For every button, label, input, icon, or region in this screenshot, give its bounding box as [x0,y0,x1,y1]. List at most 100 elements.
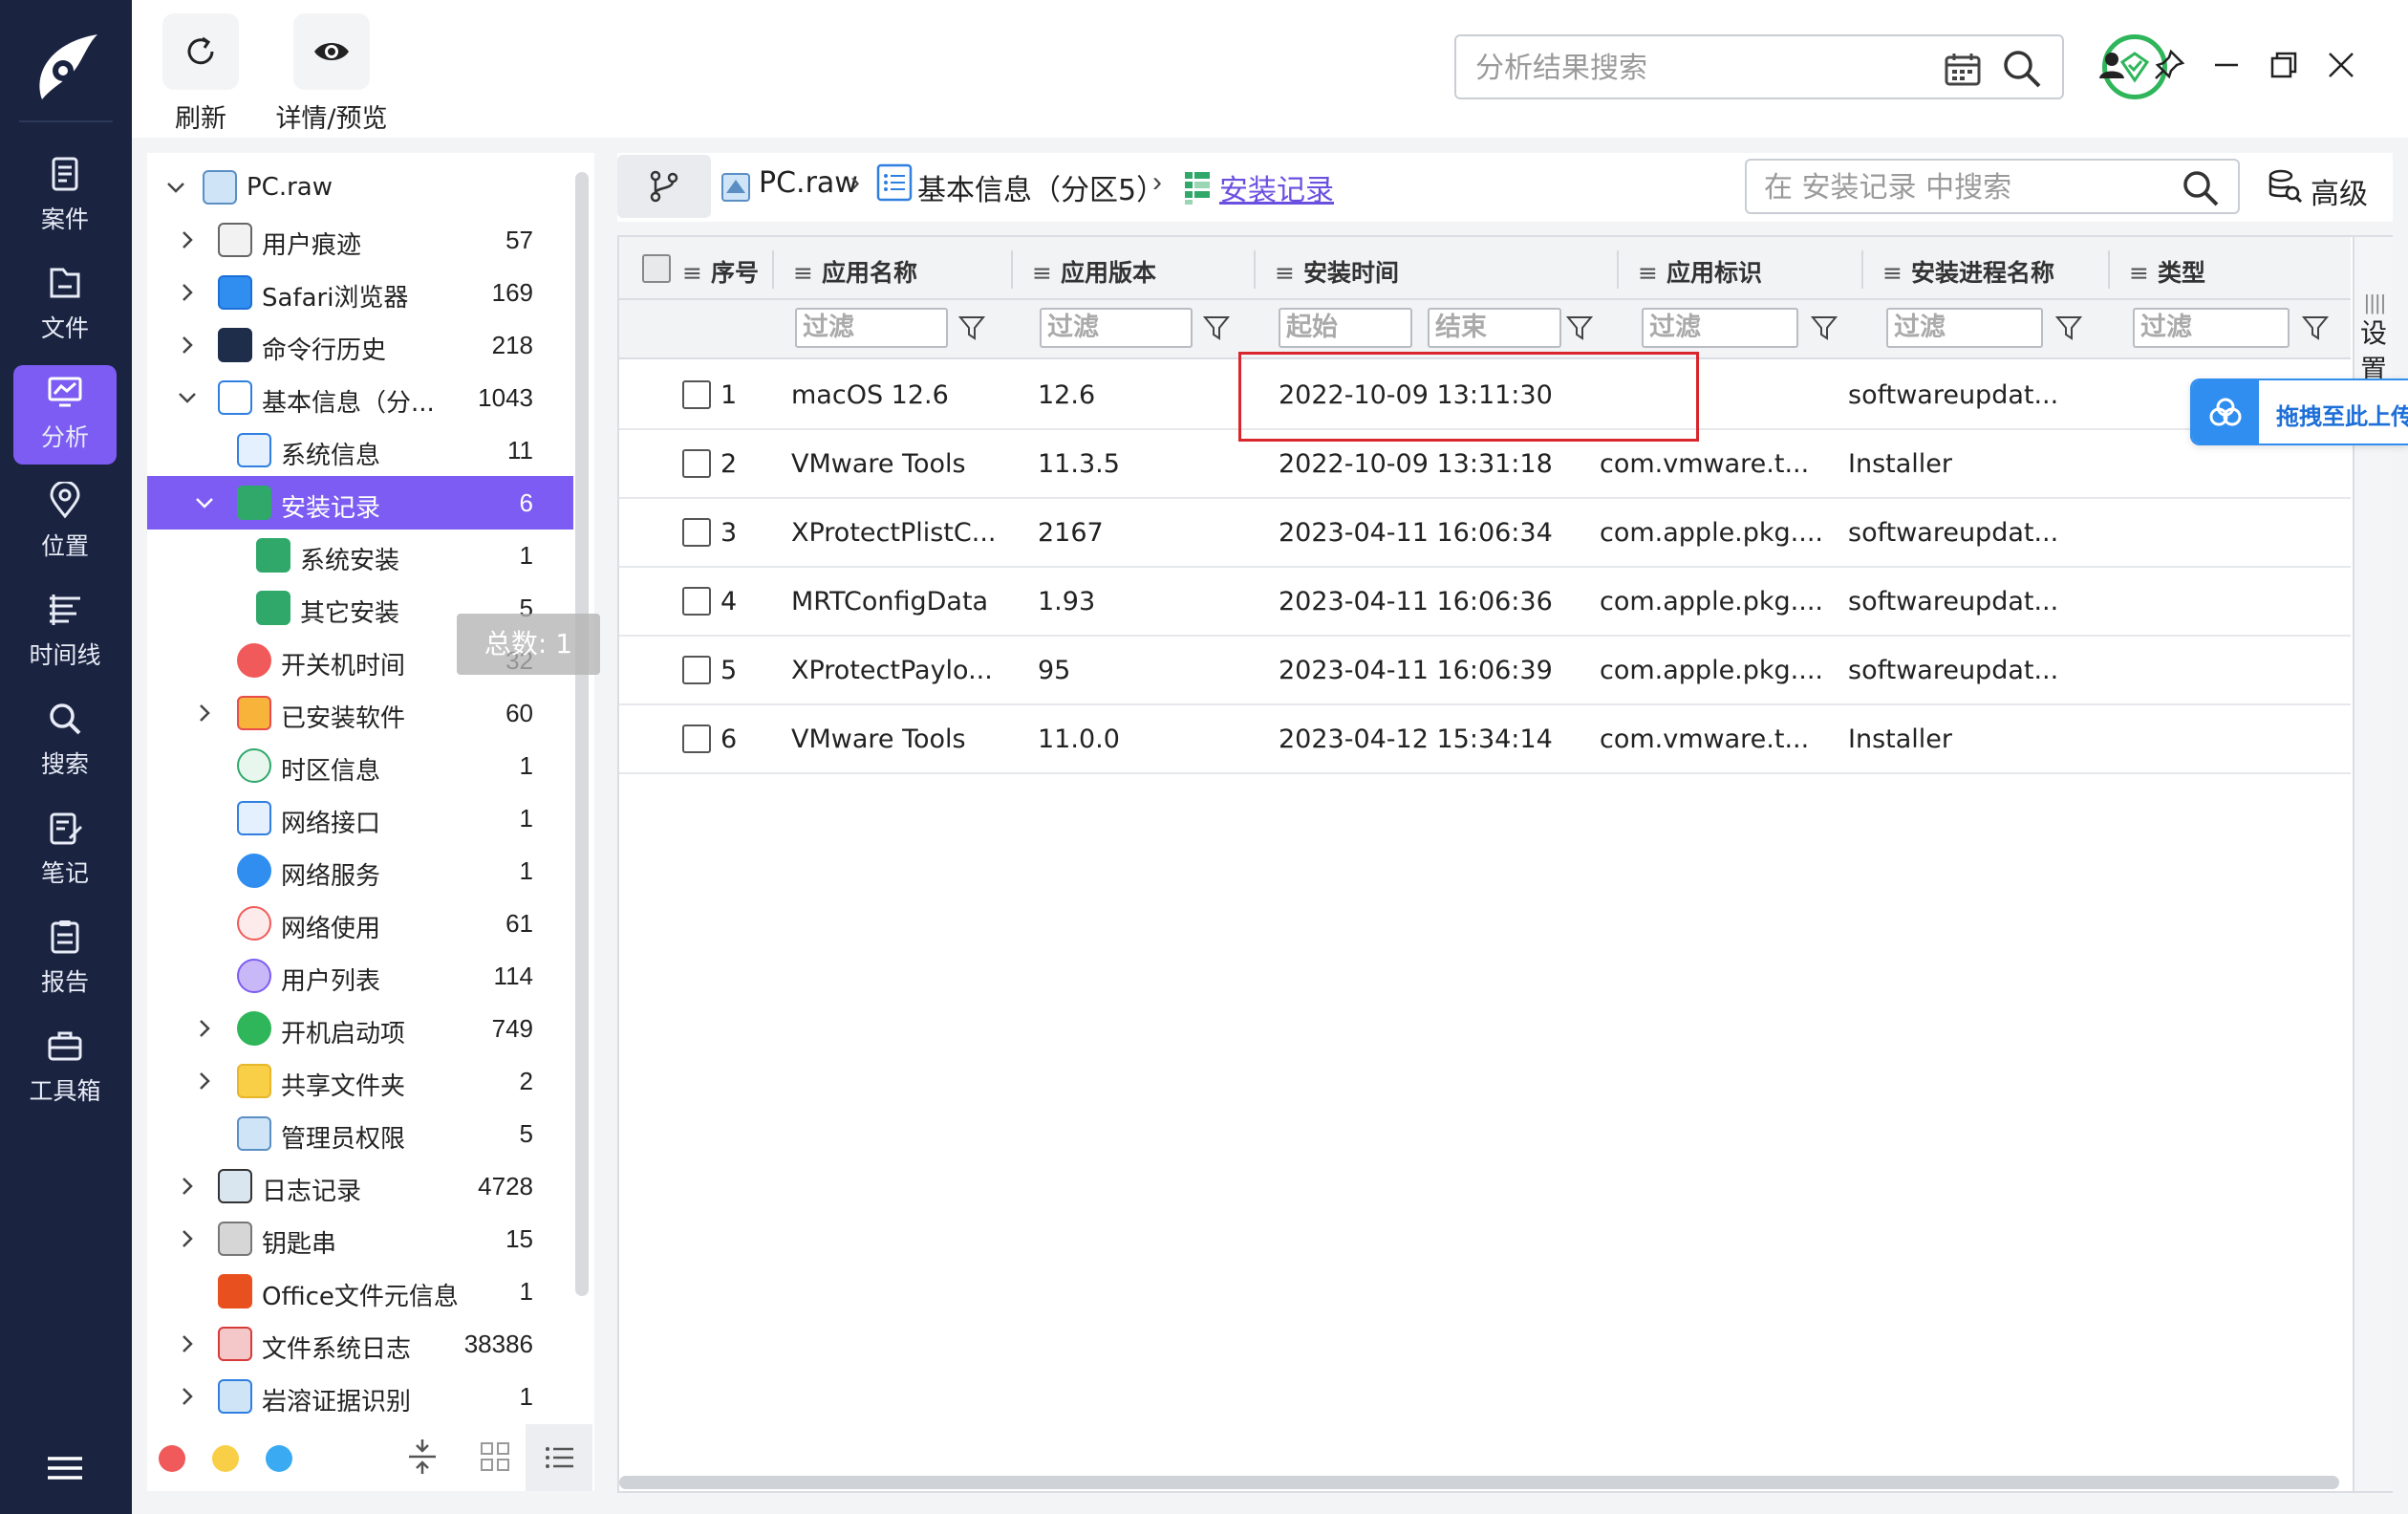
tree-item-startup-items[interactable]: 开机启动项 749 [147,1002,573,1055]
row-checkbox[interactable] [682,725,711,753]
horizontal-scrollbar[interactable] [619,1476,2339,1489]
filter-app-name[interactable]: 过滤 [795,308,948,348]
tree-item-basic-info[interactable]: 基本信息（分... 1043 [147,371,573,424]
nav-item-file[interactable]: 文件 [13,256,117,356]
tree-item-logs[interactable]: 日志记录 4728 [147,1159,573,1213]
detail-preview-button[interactable]: 详情/预览 [260,13,403,134]
table-row[interactable]: 6 VMware Tools 11.0.0 2023-04-12 15:34:14 co… [619,705,2351,774]
chevron-right-icon[interactable] [176,281,199,304]
tree-item-pc-raw[interactable]: PC.raw [147,161,573,214]
breadcrumb-root[interactable]: PC.raw [759,166,858,200]
chevron-right-icon[interactable] [176,1175,199,1198]
column-header-app-version[interactable]: ≡ 应用版本 [1032,254,1156,289]
filter-funnel-icon[interactable] [1810,314,1838,342]
tree-item-network-usage[interactable]: 网络使用 61 [147,897,573,950]
list-view-button[interactable] [526,1424,592,1491]
column-divider[interactable] [2108,250,2110,289]
column-divider[interactable] [1011,250,1013,289]
nav-item-case[interactable]: 案件 [13,147,117,247]
nav-item-search[interactable]: 搜索 [13,692,117,791]
tree-item-admin-rights[interactable]: 管理员权限 5 [147,1107,573,1160]
blue-tag-filter[interactable] [266,1445,292,1472]
chevron-right-icon[interactable] [176,1385,199,1408]
filter-app-version[interactable]: 过滤 [1040,308,1193,348]
row-checkbox[interactable] [682,518,711,547]
hamburger-menu-icon[interactable] [46,1453,84,1483]
row-checkbox[interactable] [682,380,711,409]
yellow-tag-filter[interactable] [212,1445,239,1472]
chevron-right-icon[interactable] [193,1070,216,1092]
tree-scrollbar[interactable] [575,172,589,1296]
pin-icon[interactable] [2152,48,2186,82]
calendar-icon[interactable] [1944,52,1982,88]
chevron-down-icon[interactable] [164,176,187,199]
column-header-install-time[interactable]: ≡ 安装时间 [1275,254,1399,289]
filter-time-end[interactable]: 结束 [1428,308,1561,348]
tree-item-system-install[interactable]: 系统安装 1 [147,529,573,582]
tree-item-shared-folders[interactable]: 共享文件夹 2 [147,1054,573,1108]
grid-view-icon[interactable] [476,1438,514,1476]
row-checkbox[interactable] [682,587,711,616]
chevron-right-icon[interactable] [176,1227,199,1250]
filter-process-name[interactable]: 过滤 [1886,308,2043,348]
row-checkbox[interactable] [682,449,711,478]
chevron-right-icon[interactable] [176,334,199,357]
tree-item-system-info[interactable]: 系统信息 11 [147,423,573,477]
filter-funnel-icon[interactable] [2054,314,2083,342]
filter-type[interactable]: 过滤 [2133,308,2290,348]
branch-button[interactable] [617,155,711,218]
filter-funnel-icon[interactable] [2301,314,2330,342]
upload-drop-zone[interactable]: 拖拽至此上传 [2190,378,2408,445]
nav-item-timeline[interactable]: 时间线 [13,583,117,682]
tree-item-safari[interactable]: Safari浏览器 169 [147,266,573,319]
search-icon[interactable] [2001,48,2043,90]
chevron-right-icon[interactable] [176,228,199,251]
chevron-right-icon[interactable] [193,1017,216,1040]
tree-item-installed-software[interactable]: 已安装软件 60 [147,686,573,740]
restore-icon[interactable] [2267,48,2301,82]
filter-time-start[interactable]: 起始 [1279,308,1412,348]
table-row[interactable]: 4 MRTConfigData 1.93 2023-04-11 16:06:36 com… [619,568,2351,637]
nav-item-analysis[interactable]: 分析 [13,365,117,465]
column-divider[interactable] [772,250,774,289]
red-tag-filter[interactable] [159,1445,185,1472]
collapse-all-icon[interactable] [403,1438,441,1476]
analysis-search-box[interactable] [1454,34,2064,99]
table-search-box[interactable] [1745,159,2240,214]
nav-item-report[interactable]: 报告 [13,910,117,1009]
tree-item-network-service[interactable]: 网络服务 1 [147,844,573,898]
table-row[interactable]: 5 XProtectPaylo... 95 2023-04-11 16:06:39 co… [619,637,2351,705]
nav-item-notes[interactable]: 笔记 [13,801,117,900]
nav-item-location[interactable]: 位置 [13,474,117,573]
column-divider[interactable] [1861,250,1863,289]
tree-item-office-metadata[interactable]: Office文件元信息 1 [147,1265,573,1318]
chevron-right-icon[interactable] [176,1332,199,1355]
tree-item-user-traces[interactable]: 用户痕迹 57 [147,213,573,267]
filter-funnel-icon[interactable] [1202,314,1231,342]
breadcrumb-partition[interactable]: 基本信息（分区5） [917,166,1165,208]
table-search-input[interactable] [1764,168,2165,206]
select-all-checkbox[interactable] [642,254,671,283]
chevron-right-icon[interactable] [193,702,216,725]
column-divider[interactable] [1254,250,1256,289]
chevron-down-icon[interactable] [176,386,199,409]
row-checkbox[interactable] [682,656,711,684]
tree-item-keychain[interactable]: 钥匙串 15 [147,1212,573,1265]
column-header-process-name[interactable]: ≡ 安装进程名称 [1882,254,2054,289]
refresh-button[interactable]: 刷新 [162,13,239,134]
tree-item-install-records[interactable]: 安装记录 6 [147,476,573,530]
tree-item-user-list[interactable]: 用户列表 114 [147,949,573,1003]
tree-item-evidence[interactable]: 岩溶证据识别 1 [147,1370,573,1423]
nav-item-toolbox[interactable]: 工具箱 [13,1019,117,1118]
filter-funnel-icon[interactable] [957,314,986,342]
column-header-app-name[interactable]: ≡ 应用名称 [793,254,917,289]
close-icon[interactable] [2324,48,2358,82]
tree-item-network-interface[interactable]: 网络接口 1 [147,791,573,845]
tree-item-shell-history[interactable]: 命令行历史 218 [147,318,573,372]
column-divider[interactable] [1617,250,1619,289]
tree-item-timezone[interactable]: 时区信息 1 [147,739,573,792]
column-header-no[interactable]: ≡ 序号 [682,254,759,289]
filter-funnel-icon[interactable] [1565,314,1594,342]
column-header-type[interactable]: ≡ 类型 [2129,254,2205,289]
search-icon[interactable] [2181,168,2221,208]
